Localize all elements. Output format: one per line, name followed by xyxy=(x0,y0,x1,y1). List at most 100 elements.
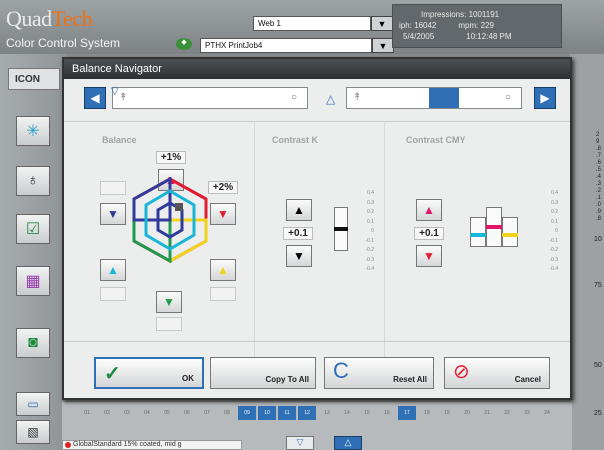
crosshair-icon: ✳ xyxy=(26,123,40,140)
job-select[interactable]: PTHX PrintJob4 ▼ xyxy=(200,38,394,53)
cmy-tick: 0.4 xyxy=(551,190,558,196)
right-scale-label: .1 xyxy=(596,195,602,201)
position-track-left[interactable]: ▽ ↟ ○ xyxy=(111,86,308,109)
iph-readout: iph: 16042 xyxy=(399,21,437,30)
yellow-bar-marker xyxy=(502,233,518,237)
ink-zone[interactable]: 21 xyxy=(478,406,496,420)
color-bar-button[interactable]: ▦ xyxy=(16,266,50,296)
ink-zone[interactable]: 08 xyxy=(218,406,236,420)
arrow-right-icon: ▶ xyxy=(540,91,550,105)
triangle-down-black-icon: ▼ xyxy=(293,249,305,263)
photo-button[interactable]: ▧ xyxy=(16,420,50,444)
ink-zone[interactable]: 17 xyxy=(398,406,416,420)
dialog-title: Balance Navigator xyxy=(64,59,570,79)
balance-down-left-button[interactable]: ▲ xyxy=(100,259,126,281)
balance-bottom-right-value xyxy=(210,287,236,301)
ink-zone[interactable]: 24 xyxy=(538,406,556,420)
ink-zone[interactable]: 04 xyxy=(138,406,156,420)
contrast-k-up-button[interactable]: ▲ xyxy=(286,199,312,221)
contrast-cmy-title: Contrast CMY xyxy=(406,135,466,145)
right-scale-label: .4 xyxy=(596,174,602,180)
arrow-left-icon: ◀ xyxy=(90,91,100,105)
ok-label: OK xyxy=(182,374,194,383)
balance-navigator-dialog: Balance Navigator ◀ ▽ ↟ ○ △ ↟ ○ ▶ Balanc… xyxy=(62,57,572,400)
ink-zone[interactable]: 10 xyxy=(258,406,276,420)
k-bar-marker xyxy=(334,227,348,231)
scroll-down-button[interactable]: ▽ xyxy=(286,436,314,450)
triangle-blue-icon: ▼ xyxy=(107,207,119,221)
brand-logo: QuadTech xyxy=(6,6,93,31)
ink-zone[interactable]: 11 xyxy=(278,406,296,420)
ink-zone[interactable]: 09 xyxy=(238,406,256,420)
ink-zone[interactable]: 03 xyxy=(118,406,136,420)
balance-down-right-button[interactable]: ▲ xyxy=(210,259,236,281)
cmy-tick: 0 xyxy=(555,228,558,234)
triangle-green-icon: ▼ xyxy=(163,295,175,309)
reset-all-button[interactable]: C Reset All xyxy=(324,357,434,389)
pin-icon: ↟ xyxy=(353,92,362,103)
contrast-cmy-down-button[interactable]: ▼ xyxy=(416,245,442,267)
ink-zone[interactable]: 19 xyxy=(438,406,456,420)
position-track-right[interactable]: ↟ ○ xyxy=(346,87,522,109)
k-tick: -0.2 xyxy=(365,247,374,253)
yellow-bar-frame xyxy=(502,217,518,247)
web-select-dropdown-icon[interactable]: ▼ xyxy=(371,16,393,31)
ink-zone[interactable]: 12 xyxy=(298,406,316,420)
cancel-button[interactable]: ⊘ Cancel xyxy=(444,357,550,389)
lamp-tool-button[interactable]: ♁ xyxy=(16,166,50,196)
contrast-cmy-up-button[interactable]: ▲ xyxy=(416,199,442,221)
balance-bottom-left-value xyxy=(100,287,126,301)
right-scale-label: 2 xyxy=(596,132,600,138)
divider xyxy=(254,123,255,363)
web-select-value: Web 1 xyxy=(253,16,371,31)
record-icon xyxy=(65,442,71,448)
divider xyxy=(64,341,570,342)
divider xyxy=(64,121,570,122)
balance-position-marker[interactable] xyxy=(175,203,183,211)
ink-zone[interactable]: 15 xyxy=(358,406,376,420)
ok-button[interactable]: ✓ OK xyxy=(94,357,204,389)
ink-zone[interactable]: 14 xyxy=(338,406,356,420)
balance-right-button[interactable]: ▼ xyxy=(210,203,236,225)
balance-down-button[interactable]: ▼ xyxy=(156,291,182,313)
tab-icon[interactable]: ICON xyxy=(8,68,60,90)
prev-button[interactable]: ◀ xyxy=(84,87,106,109)
position-highlight xyxy=(429,88,459,108)
ink-zone[interactable]: 16 xyxy=(378,406,396,420)
k-tick: -0.1 xyxy=(365,237,374,244)
next-button[interactable]: ▶ xyxy=(534,87,556,109)
k-tick: 0.4 xyxy=(367,190,374,196)
ink-zone[interactable]: 07 xyxy=(198,406,216,420)
approve-tool-button[interactable]: ☑ xyxy=(16,214,50,244)
cmy-tick: -0.3 xyxy=(549,256,558,263)
ink-zone[interactable]: 22 xyxy=(498,406,516,420)
cmy-tick: 0.3 xyxy=(551,199,558,206)
monitor-button[interactable]: ▭ xyxy=(16,392,50,416)
ink-zone[interactable]: 01 xyxy=(78,406,96,420)
registration-tool-button[interactable]: ✳ xyxy=(16,116,50,146)
balance-left-value xyxy=(100,181,126,195)
color-balance-hexagon[interactable] xyxy=(130,177,210,263)
cancel-icon: ⊘ xyxy=(453,361,470,383)
ink-zone[interactable]: 05 xyxy=(158,406,176,420)
cmy-tick: -0.2 xyxy=(549,247,558,253)
triangle-up-cmy-icon: ▲ xyxy=(423,203,435,217)
copy-to-all-button[interactable]: Copy To All xyxy=(210,357,316,389)
contrast-k-down-button[interactable]: ▼ xyxy=(286,245,312,267)
chevron-down-icon: ▽ xyxy=(296,437,304,447)
ink-zone[interactable]: 20 xyxy=(458,406,476,420)
balance-left-button[interactable]: ▼ xyxy=(100,203,126,225)
web-select[interactable]: Web 1 ▼ xyxy=(253,16,393,31)
ink-zone[interactable]: 23 xyxy=(518,406,536,420)
cmy-tick: 0.1 xyxy=(551,218,558,225)
job-select-dropdown-icon[interactable]: ▼ xyxy=(372,38,394,53)
ink-zone[interactable]: 02 xyxy=(98,406,116,420)
camera-button[interactable]: ◙ xyxy=(16,328,50,358)
contrast-k-title: Contrast K xyxy=(272,135,319,145)
ink-zone[interactable]: 18 xyxy=(418,406,436,420)
ink-zone[interactable]: 06 xyxy=(178,406,196,420)
triangle-cyan-icon: ▲ xyxy=(107,263,119,277)
ink-zone[interactable]: 13 xyxy=(318,406,336,420)
scroll-up-button[interactable]: △ xyxy=(334,436,362,450)
marker-triangle-icon: ▽ xyxy=(111,86,119,97)
